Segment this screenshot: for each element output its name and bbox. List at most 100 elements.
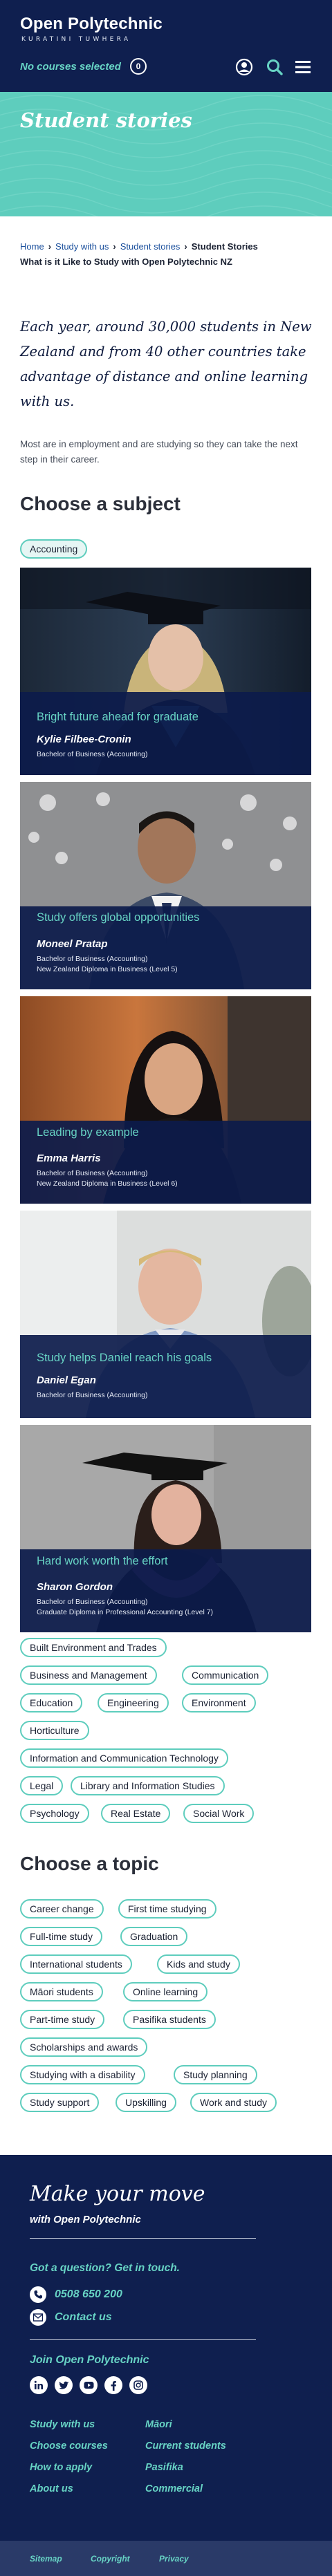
subject-filter[interactable]: Psychology (20, 1804, 89, 1823)
contact-link[interactable]: Contact us (30, 2308, 112, 2326)
intro-lead: Each year, around 30,000 students in New… (20, 319, 312, 409)
subject-filter[interactable]: Communication (182, 1665, 269, 1685)
search-icon[interactable] (266, 58, 284, 76)
account-icon[interactable] (235, 58, 253, 76)
subject-filter[interactable]: Horticulture (20, 1721, 89, 1740)
footer-heading: Make your move (30, 2182, 205, 2206)
join-heading: Join Open Polytechnic (30, 2354, 149, 2366)
student-name: Sharon Gordon (37, 1581, 113, 1593)
breadcrumb-separator-icon: › (48, 241, 52, 252)
topic-filter[interactable]: Studying with a disability (20, 2065, 145, 2084)
topic-filter[interactable]: Study support (20, 2093, 100, 2112)
footer-link-courses[interactable]: Choose courses (30, 2440, 108, 2452)
choose-subject-heading: Choose a subject (20, 493, 181, 514)
breadcrumb-separator-icon: › (113, 241, 116, 252)
sitemap-link[interactable]: Sitemap (30, 2554, 62, 2564)
qualification: Bachelor of Business (Accounting) (37, 1169, 148, 1177)
story-card[interactable]: Study helps Daniel reach his goals Danie… (20, 1211, 311, 1418)
phone-number[interactable]: 0508 650 200 (55, 2288, 122, 2301)
topic-filter[interactable]: Online learning (123, 1982, 208, 2001)
breadcrumb-student-stories[interactable]: Student stories (120, 241, 181, 252)
copyright-link[interactable]: Copyright (91, 2554, 130, 2564)
qualification: Graduate Diploma in Professional Account… (37, 1608, 214, 1616)
topic-filter[interactable]: Work and study (190, 2093, 277, 2112)
topic-filter[interactable]: Upskilling (116, 2093, 176, 2112)
site-header: Open Polytechnic KURATINI TUWHERA No cou… (0, 0, 332, 92)
story-card[interactable]: Hard work worth the effort Sharon Gordon… (20, 1425, 311, 1632)
story-title[interactable]: Leading by example (37, 1126, 139, 1139)
story-card[interactable]: Leading by example Emma Harris Bachelor … (20, 996, 311, 1204)
breadcrumb-study-with-us[interactable]: Study with us (55, 241, 109, 252)
topic-filter[interactable]: Career change (20, 1899, 104, 1919)
footer-divider (30, 2238, 256, 2239)
facebook-icon[interactable] (104, 2376, 122, 2394)
subject-filter-active[interactable]: Accounting (20, 539, 88, 559)
qualification: Bachelor of Business (Accounting) (37, 750, 148, 758)
subject-filter[interactable]: Information and Communication Technology (20, 1748, 228, 1768)
story-title[interactable]: Study offers global opportunities (37, 911, 199, 924)
subject-filter[interactable]: Library and Information Studies (71, 1776, 225, 1795)
subject-filter[interactable]: Real Estate (101, 1804, 171, 1823)
menu-icon[interactable] (294, 58, 312, 76)
hero-banner: Student stories (0, 92, 332, 216)
qualification: New Zealand Diploma in Business (Level 6… (37, 1179, 178, 1188)
story-title[interactable]: Hard work worth the effort (37, 1555, 168, 1568)
breadcrumb-separator-icon: › (184, 241, 187, 252)
subject-filter[interactable]: Business and Management (20, 1665, 157, 1685)
subject-filter[interactable]: Social Work (183, 1804, 255, 1823)
student-name: Daniel Egan (37, 1374, 96, 1386)
breadcrumb-current-subtitle: What is it Like to Study with Open Polyt… (20, 256, 232, 267)
student-name: Emma Harris (37, 1152, 101, 1164)
courses-selected-label[interactable]: No courses selected (20, 61, 121, 73)
contact-label[interactable]: Contact us (55, 2311, 112, 2324)
topic-filter[interactable]: Study planning (174, 2065, 257, 2084)
breadcrumb: Home › Study with us › Student stories › Stude… (20, 241, 258, 252)
topic-filter[interactable]: International students (20, 1954, 132, 1974)
courses-count-badge[interactable]: 0 (130, 58, 147, 75)
footer-link-study[interactable]: Study with us (30, 2419, 95, 2430)
subject-filter[interactable]: Built Environment and Trades (20, 1638, 167, 1657)
footer-link-current-students[interactable]: Current students (145, 2440, 226, 2452)
topic-filter[interactable]: First time studying (118, 1899, 216, 1919)
logo-title[interactable]: Open Polytechnic (20, 15, 163, 34)
topic-filter[interactable]: Kids and study (157, 1954, 240, 1974)
twitter-icon[interactable] (55, 2376, 73, 2394)
story-title[interactable]: Study helps Daniel reach his goals (37, 1352, 212, 1365)
breadcrumb-current: Student Stories (191, 241, 258, 252)
subject-filter[interactable]: Engineering (98, 1693, 169, 1712)
qualification: Bachelor of Business (Accounting) (37, 1391, 148, 1399)
topic-filter[interactable]: Pasifika students (123, 2010, 216, 2029)
subject-filter[interactable]: Legal (20, 1776, 64, 1795)
topic-filter[interactable]: Scholarships and awards (20, 2037, 148, 2057)
page-title: Student stories (20, 109, 192, 132)
choose-topic-heading: Choose a topic (20, 1853, 159, 1874)
footer-link-maori[interactable]: Māori (145, 2419, 172, 2430)
footer-question: Got a question? Get in touch. (30, 2262, 180, 2274)
footer-link-about[interactable]: About us (30, 2483, 73, 2494)
subject-filter[interactable]: Environment (182, 1693, 256, 1712)
topic-filter[interactable]: Graduation (120, 1927, 188, 1946)
footer-link-apply[interactable]: How to apply (30, 2462, 92, 2473)
student-name: Kylie Filbee-Cronin (37, 734, 131, 745)
topic-filter[interactable]: Part-time study (20, 2010, 105, 2029)
qualification: Bachelor of Business (Accounting) (37, 1598, 148, 1606)
subject-filter[interactable]: Education (20, 1693, 83, 1712)
story-card[interactable]: Bright future ahead for graduate Kylie F… (20, 568, 311, 775)
footer-bottom-bar: Sitemap Copyright Privacy (0, 2541, 332, 2576)
instagram-icon[interactable] (129, 2376, 147, 2394)
privacy-link[interactable]: Privacy (159, 2554, 189, 2564)
phone-icon (30, 2286, 46, 2303)
footer-link-pasifika[interactable]: Pasifika (145, 2462, 183, 2473)
breadcrumb-home[interactable]: Home (20, 241, 44, 252)
youtube-icon[interactable] (80, 2376, 98, 2394)
topic-filter[interactable]: Māori students (20, 1982, 103, 2001)
logo-subtitle: KURATINI TUWHERA (21, 36, 131, 43)
story-card[interactable]: Study offers global opportunities Moneel… (20, 782, 311, 989)
intro-body: Most are in employment and are studying … (20, 439, 298, 465)
phone-link[interactable]: 0508 650 200 (30, 2286, 122, 2304)
qualification: Bachelor of Business (Accounting) (37, 955, 148, 963)
topic-filter[interactable]: Full-time study (20, 1927, 103, 1946)
linkedin-icon[interactable] (30, 2376, 48, 2394)
story-title[interactable]: Bright future ahead for graduate (37, 711, 199, 724)
footer-link-commercial[interactable]: Commercial (145, 2483, 203, 2494)
